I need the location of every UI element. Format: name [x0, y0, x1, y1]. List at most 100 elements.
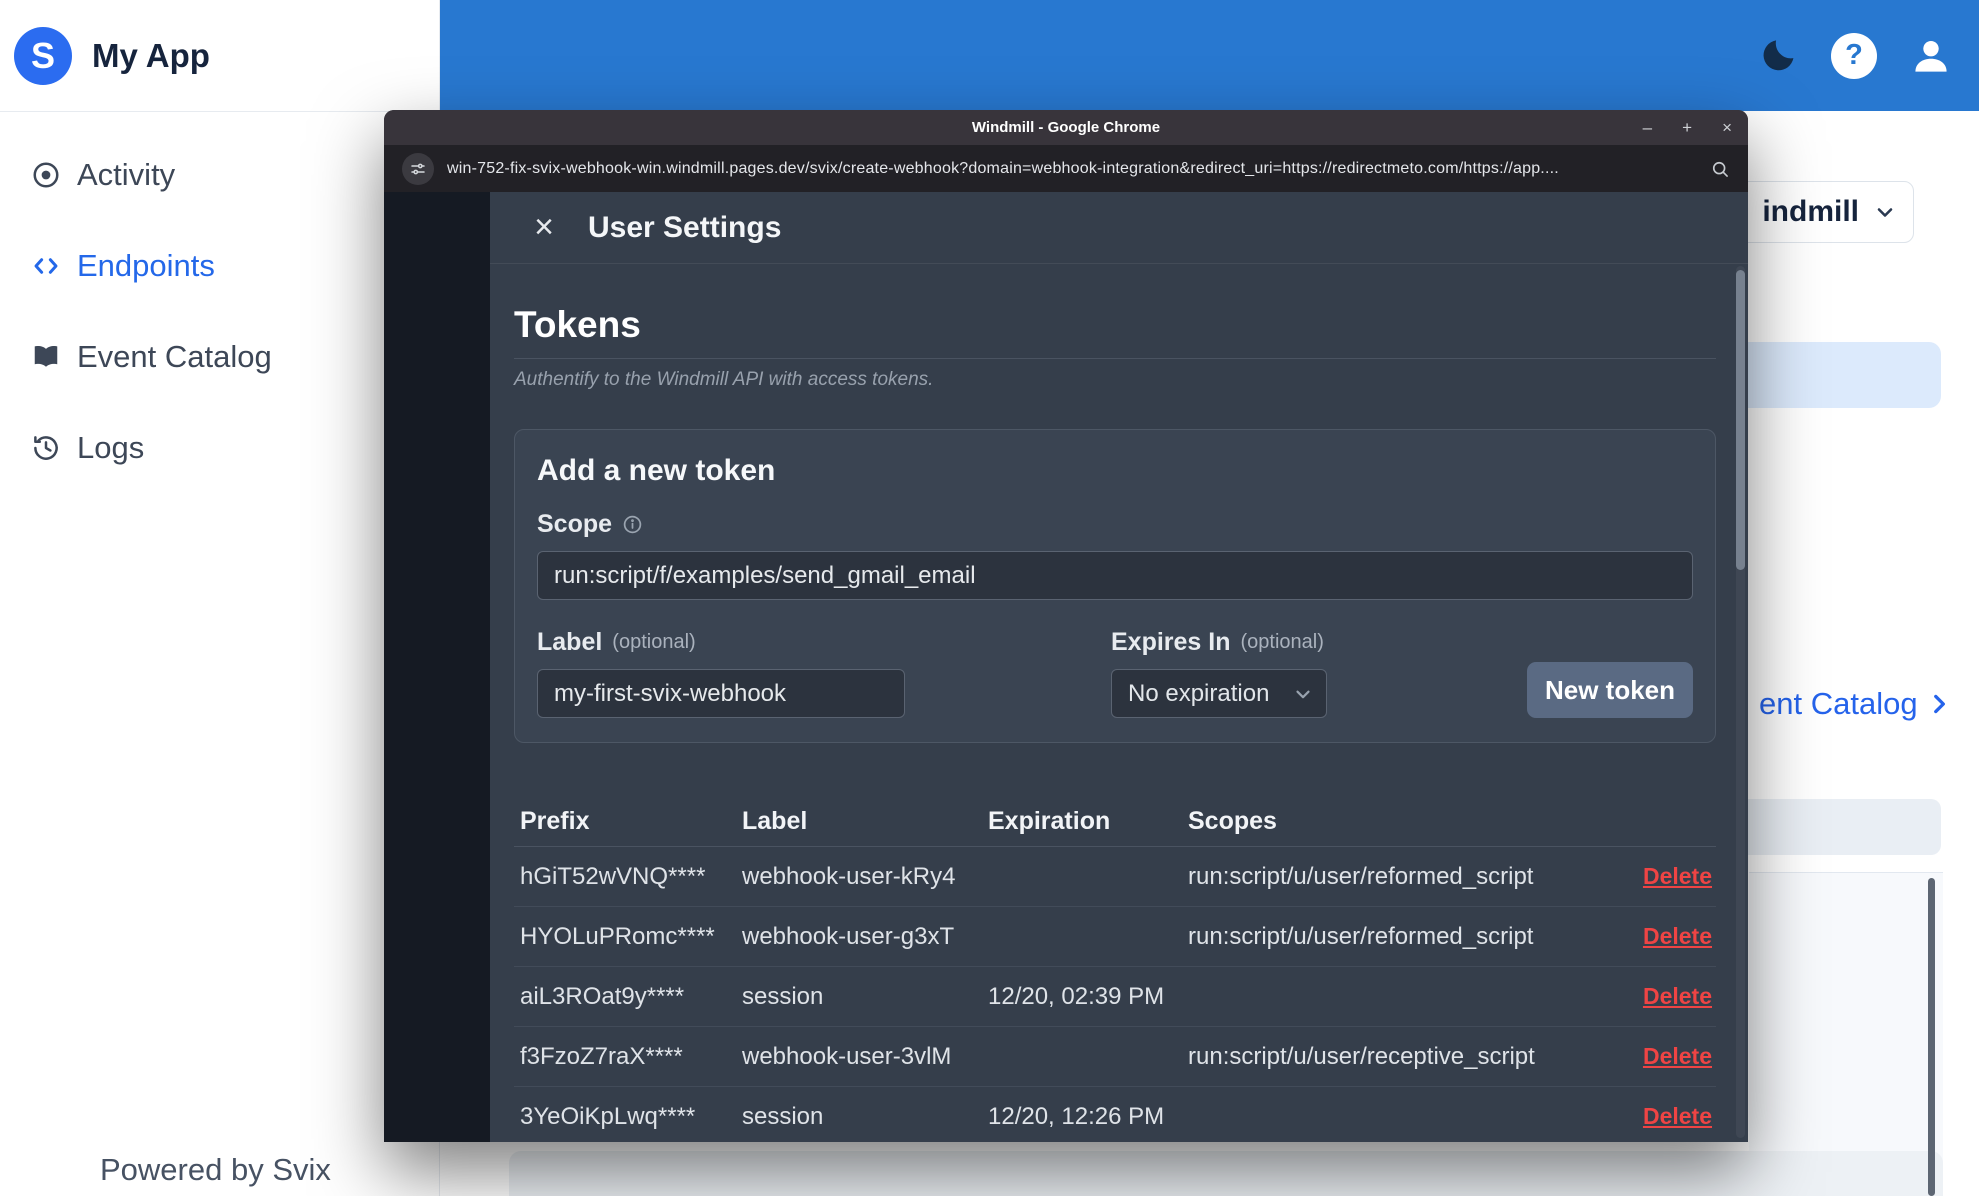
token-label: webhook-user-3vlM	[742, 1042, 952, 1070]
info-icon[interactable]	[622, 514, 643, 535]
window-titlebar[interactable]: Windmill - Google Chrome – + ×	[384, 110, 1748, 145]
label-input[interactable]	[537, 669, 905, 718]
app-topbar: ?	[440, 0, 1979, 111]
maximize-icon[interactable]: +	[1682, 119, 1692, 136]
token-prefix: f3FzoZ7raX****	[520, 1042, 683, 1070]
code-brackets-icon	[34, 257, 58, 274]
delete-token-link[interactable]: Delete	[1643, 1103, 1716, 1130]
window-title: Windmill - Google Chrome	[971, 119, 1161, 136]
header-expiration: Expiration	[988, 807, 1111, 835]
expires-optional-hint: (optional)	[1240, 631, 1324, 653]
add-token-title: Add a new token	[537, 454, 776, 487]
minimize-icon[interactable]: –	[1643, 119, 1652, 136]
table-row: aiL3ROat9y**** session 12/20, 02:39 PM D…	[514, 967, 1716, 1027]
expires-select[interactable]: No expiration	[1111, 669, 1327, 718]
browser-urlbar: win-752-fix-svix-webhook-win.windmill.pa…	[384, 145, 1748, 192]
activity-icon	[33, 162, 59, 187]
svix-logo: S	[14, 26, 72, 85]
expires-label: Expires In (optional)	[1111, 628, 1327, 657]
scrollbar-thumb[interactable]	[1736, 270, 1745, 570]
sidebar-header: S My App	[0, 0, 439, 112]
url-input[interactable]: win-752-fix-svix-webhook-win.windmill.pa…	[447, 160, 1697, 178]
delete-token-link[interactable]: Delete	[1643, 863, 1716, 890]
header-prefix: Prefix	[520, 807, 590, 835]
sidebar-nav: Activity Endpoints Event Catalog Logs	[0, 112, 439, 493]
delete-token-link[interactable]: Delete	[1643, 1043, 1716, 1070]
event-catalog-link-label: ent Catalog	[1759, 686, 1918, 721]
dark-mode-moon-icon[interactable]	[1757, 35, 1799, 77]
token-scopes: run:script/u/user/reformed_script	[1188, 922, 1534, 950]
history-icon	[34, 435, 58, 460]
sidebar-item-endpoints[interactable]: Endpoints	[0, 220, 439, 311]
catalog-book-icon	[34, 345, 58, 367]
token-expiration: 12/20, 12:26 PM	[988, 1102, 1165, 1130]
environment-dropdown-value: indmill	[1762, 195, 1859, 228]
label-label-text: Label	[537, 628, 603, 656]
expires-select-value: No expiration	[1128, 679, 1270, 707]
token-scopes: run:script/u/user/reformed_script	[1188, 862, 1534, 890]
table-header-row: Prefix Label Expiration Scopes	[514, 797, 1716, 847]
token-label: session	[742, 1102, 824, 1130]
label-optional-hint: (optional)	[612, 631, 696, 653]
zoom-icon[interactable]	[1710, 159, 1730, 179]
chrome-window: Windmill - Google Chrome – + × win-752-f…	[384, 110, 1748, 1142]
token-options-row: Label (optional) Expires In (optional)	[537, 628, 1693, 718]
chevron-down-icon	[1296, 690, 1310, 698]
sidebar-item-event-catalog[interactable]: Event Catalog	[0, 311, 439, 402]
user-icon[interactable]	[1909, 34, 1953, 78]
settings-title: User Settings	[588, 210, 782, 244]
sidebar-item-activity[interactable]: Activity	[0, 129, 439, 220]
table-row: 3YeOiKpLwq**** session 12/20, 12:26 PM D…	[514, 1087, 1716, 1142]
token-label: session	[742, 982, 824, 1010]
powered-by-svix: Powered by Svix	[100, 1152, 331, 1187]
token-scopes: run:script/u/user/receptive_script	[1188, 1042, 1535, 1070]
page-scrollbar[interactable]	[1928, 878, 1935, 1196]
table-row: hGiT52wVNQ**** webhook-user-kRy4 run:scr…	[514, 847, 1716, 907]
delete-token-link[interactable]: Delete	[1643, 923, 1716, 950]
table-row: f3FzoZ7raX**** webhook-user-3vlM run:scr…	[514, 1027, 1716, 1087]
settings-scrollbar[interactable]	[1736, 266, 1745, 1138]
header-label: Label	[742, 807, 808, 835]
token-prefix: HYOLuPRomc****	[520, 922, 715, 950]
topbar-icon-group: ?	[1757, 0, 1979, 111]
desktop: ? indmill ent Catalog S My App Activity …	[0, 0, 1979, 1196]
table-row: HYOLuPRomc**** webhook-user-g3xT run:scr…	[514, 907, 1716, 967]
editor-panel	[1749, 872, 1943, 1196]
sidebar-item-logs[interactable]: Logs	[0, 402, 439, 493]
scope-label: Scope	[537, 510, 1693, 539]
event-catalog-link[interactable]: ent Catalog	[1759, 686, 1952, 722]
delete-token-link[interactable]: Delete	[1643, 983, 1716, 1010]
sidebar: S My App Activity Endpoints Event Catalo…	[0, 0, 440, 1196]
help-icon[interactable]: ?	[1831, 32, 1877, 79]
sidebar-item-label: Logs	[77, 429, 145, 465]
token-expiration: 12/20, 02:39 PM	[988, 982, 1165, 1010]
windmill-backdrop	[384, 192, 490, 1142]
token-label: webhook-user-kRy4	[742, 862, 956, 890]
expires-label-text: Expires In	[1111, 628, 1231, 656]
sidebar-item-label: Endpoints	[77, 247, 215, 283]
tokens-heading: Tokens	[514, 304, 1716, 359]
add-token-card: Add a new token Scope Label (optional)	[514, 429, 1716, 743]
scope-label-text: Scope	[537, 510, 613, 538]
sidebar-item-label: Activity	[77, 156, 176, 192]
browser-viewport: × User Settings Tokens Authentify to the…	[384, 192, 1748, 1142]
new-token-button[interactable]: New token	[1527, 662, 1693, 718]
window-controls: – + ×	[1643, 110, 1732, 145]
help-glyph: ?	[1845, 39, 1863, 71]
chevron-right-icon	[1933, 694, 1945, 714]
user-settings-panel: × User Settings Tokens Authentify to the…	[490, 192, 1748, 1142]
settings-body: Tokens Authentify to the Windmill API wi…	[490, 264, 1732, 1142]
close-window-icon[interactable]: ×	[1722, 119, 1732, 136]
app-title: My App	[92, 36, 210, 74]
close-icon[interactable]: ×	[520, 204, 568, 252]
tokens-subtitle: Authentify to the Windmill API with acce…	[514, 369, 934, 390]
scope-input[interactable]	[537, 551, 1693, 600]
tokens-table: Prefix Label Expiration Scopes hGiT52wVN…	[514, 797, 1716, 1142]
token-label: webhook-user-g3xT	[742, 922, 955, 950]
bottom-panel	[509, 1151, 1943, 1196]
token-prefix: hGiT52wVNQ****	[520, 862, 706, 890]
sidebar-item-label: Event Catalog	[77, 338, 272, 374]
token-prefix: 3YeOiKpLwq****	[520, 1102, 696, 1130]
site-settings-icon[interactable]	[402, 152, 434, 185]
token-prefix: aiL3ROat9y****	[520, 982, 685, 1010]
